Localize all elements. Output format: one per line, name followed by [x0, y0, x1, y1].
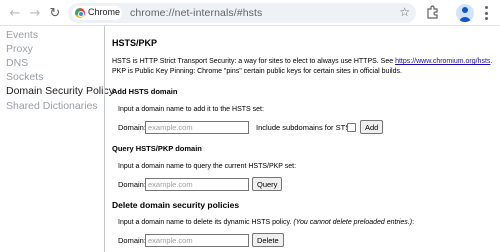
sidebar-divider [104, 26, 105, 252]
query-hsts-heading: Query HSTS/PKP domain [112, 144, 202, 153]
sidebar-item-sockets[interactable]: Sockets [6, 71, 43, 83]
extensions-puzzle-icon[interactable] [426, 5, 440, 19]
intro-period: . [490, 58, 493, 65]
sidebar-item-domain-security-policy[interactable]: Domain Security Policy [6, 85, 114, 97]
pkp-description: PKP is Public Key Pinning: Chrome "pins"… [112, 68, 402, 75]
intro-text: HSTS is HTTP Strict Transport Security: … [112, 58, 396, 65]
query-domain-label: Domain: [118, 180, 146, 189]
add-domain-label: Domain: [118, 123, 146, 132]
chromium-hsts-link[interactable]: https://www.chromium.org/hsts [395, 58, 490, 65]
sidebar-nav: Events Proxy DNS Sockets Domain Security… [0, 26, 114, 252]
add-hsts-note: Input a domain name to add it to the HST… [118, 106, 264, 113]
delete-note-text: Input a domain name to delete its dynami… [118, 219, 294, 226]
site-chip[interactable]: Chrome [72, 6, 122, 20]
sidebar-item-proxy[interactable]: Proxy [6, 43, 33, 55]
address-bar[interactable]: Chrome chrome://net-internals/#hsts ☆ [68, 3, 416, 23]
include-subdomains-label: Include subdomains for STS: [256, 123, 353, 132]
profile-avatar-icon[interactable] [456, 4, 474, 22]
hsts-description: HSTS is HTTP Strict Transport Security: … [112, 57, 496, 77]
site-chip-label: Chrome [88, 7, 121, 17]
include-subdomains-checkbox[interactable] [347, 123, 356, 132]
delete-domain-label: Domain: [118, 236, 146, 245]
kebab-menu-icon[interactable] [484, 6, 488, 20]
delete-domain-input[interactable] [145, 234, 249, 247]
delete-note-italic: (You cannot delete preloaded entries.) [293, 219, 413, 226]
sidebar-item-events[interactable]: Events [6, 29, 38, 41]
browser-toolbar: ← → ↻ Chrome chrome://net-internals/#hst… [0, 0, 500, 26]
query-button[interactable]: Query [252, 177, 283, 191]
add-button[interactable]: Add [360, 120, 384, 134]
bookmark-star-icon[interactable]: ☆ [399, 5, 410, 19]
forward-arrow-icon[interactable]: → [26, 4, 44, 22]
reload-icon[interactable]: ↻ [46, 4, 64, 22]
query-domain-input[interactable] [145, 178, 249, 191]
back-arrow-icon[interactable]: ← [6, 4, 24, 22]
sidebar-item-dns[interactable]: DNS [6, 57, 28, 69]
url-text[interactable]: chrome://net-internals/#hsts [130, 7, 262, 19]
delete-button[interactable]: Delete [252, 233, 284, 247]
add-domain-input[interactable] [145, 121, 249, 134]
add-hsts-heading: Add HSTS domain [112, 87, 178, 96]
delete-note-end: : [412, 219, 415, 226]
delete-policies-heading: Delete domain security policies [112, 200, 240, 210]
main-content: HSTS/PKP HSTS is HTTP Strict Transport S… [112, 26, 500, 252]
sidebar-item-shared-dictionaries[interactable]: Shared Dictionaries [6, 100, 98, 112]
delete-policies-note: Input a domain name to delete its dynami… [118, 219, 414, 226]
page-title: HSTS/PKP [112, 38, 158, 48]
chrome-logo-icon [75, 8, 85, 18]
query-hsts-note: Input a domain name to query the current… [118, 163, 297, 170]
